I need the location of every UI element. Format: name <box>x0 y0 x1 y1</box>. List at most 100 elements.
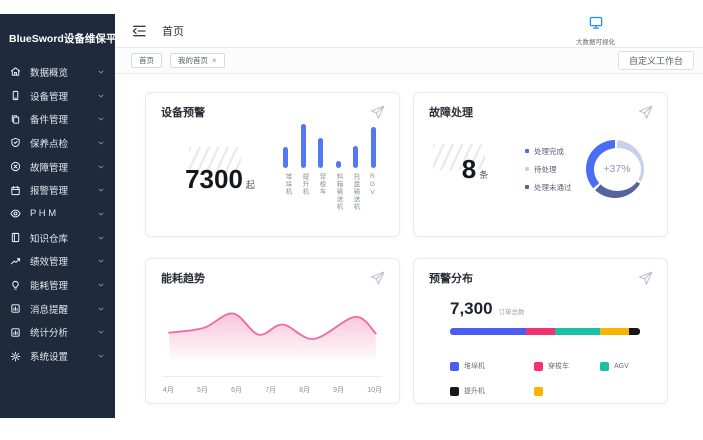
sidebar-item-9[interactable]: 绩效管理 <box>0 250 115 274</box>
warning-distribution-legend: 堆垛机 穿梭车 AGV 提升机 <box>450 361 652 396</box>
legend-item-AGV: AGV <box>600 361 652 371</box>
sidebar-item-11[interactable]: 消息提醒 <box>0 297 115 321</box>
sidebar-item-6[interactable]: 报警管理 <box>0 178 115 202</box>
legend-swatch <box>450 362 459 371</box>
card-warning-distribution-title: 预警分布 <box>429 270 652 286</box>
sidebar-item-4[interactable]: 保养点检 <box>0 131 115 155</box>
bar-堆垛机 <box>283 147 288 168</box>
trend-icon <box>10 255 22 267</box>
sidebar-item-7[interactable]: P H M <box>0 202 115 226</box>
bar-label: 托盘输送机 <box>351 173 359 219</box>
sidebar-item-label: 统计分析 <box>30 325 97 339</box>
sidebar-item-8[interactable]: 知识仓库 <box>0 226 115 250</box>
legend-item-处理未通过: 处理未通过 <box>525 182 586 193</box>
bar-label: 提升机 <box>300 173 308 219</box>
x-tick-label: 7月 <box>265 385 276 395</box>
legend-item-unlabeled <box>534 386 600 396</box>
chevron-down-icon <box>97 181 105 199</box>
sidebar-fold-icon[interactable] <box>131 24 147 38</box>
device-icon <box>10 90 22 102</box>
x-tick-label: 5月 <box>197 385 208 395</box>
chevron-down-icon <box>97 63 105 81</box>
tab-1[interactable]: 首页 <box>131 53 162 68</box>
chevron-down-icon <box>97 87 105 105</box>
sidebar-item-3[interactable]: 备件管理 <box>0 107 115 131</box>
order-total-label: 订单总数 <box>499 306 525 316</box>
chevron-down-icon <box>97 252 105 270</box>
home-icon <box>10 66 22 78</box>
send-plane-icon[interactable] <box>369 104 386 126</box>
top-header: 首页 大数据可视化 <box>115 14 703 48</box>
legend-dot <box>525 167 529 171</box>
sidebar-item-label: 数据概览 <box>30 65 97 79</box>
sidebar-item-13[interactable]: 系统设置 <box>0 344 115 368</box>
sidebar-item-label: 故障管理 <box>30 160 97 174</box>
bar-label: 料箱输送机 <box>334 173 342 219</box>
legend-label: AGV <box>614 363 629 370</box>
chevron-down-icon <box>97 300 105 318</box>
sidebar-menu: 数据概览设备管理备件管理保养点检故障管理报警管理 P H M知识仓库绩效管理能耗管… <box>0 60 115 368</box>
legend-item-穿梭车: 穿梭车 <box>534 361 600 371</box>
chevron-down-icon <box>97 134 105 152</box>
bar-label: 穿梭车 <box>317 173 325 219</box>
tab-label: 首页 <box>139 55 154 66</box>
customize-workbench-button[interactable]: 自定义工作台 <box>618 51 694 70</box>
eye-icon <box>10 208 22 220</box>
legend-label: 处理完成 <box>534 146 564 157</box>
stacked-segment-提升机 <box>629 328 640 335</box>
legend-label: 提升机 <box>464 386 485 396</box>
bar-label: RGV <box>368 173 376 219</box>
book-icon <box>10 232 22 244</box>
main-area: 首页 大数据可视化 首页我的首页× 自定义工作台 设备预警 <box>115 14 703 418</box>
legend-swatch <box>450 387 459 396</box>
send-plane-icon[interactable] <box>369 270 386 292</box>
legend-swatch <box>534 387 543 396</box>
bar-提升机 <box>301 124 306 168</box>
send-plane-icon[interactable] <box>637 104 654 126</box>
legend-label: 待处理 <box>534 164 557 175</box>
x-tick-label: 4月 <box>163 385 174 395</box>
sidebar-item-12[interactable]: 统计分析 <box>0 321 115 345</box>
chevron-down-icon <box>97 229 105 247</box>
sidebar-item-2[interactable]: 设备管理 <box>0 84 115 108</box>
card-energy-trend: 能耗趋势 4月5月6月7月8月9月10月 <box>145 258 400 404</box>
sidebar-item-label: 报警管理 <box>30 183 97 197</box>
legend-label: 堆垛机 <box>464 361 485 371</box>
sidebar-item-1[interactable]: 数据概览 <box>0 60 115 84</box>
energy-trend-area-chart <box>161 302 384 365</box>
donut-center-label: +37% <box>603 163 630 175</box>
sidebar-item-10[interactable]: 能耗管理 <box>0 273 115 297</box>
send-plane-icon[interactable] <box>637 270 654 292</box>
app-title: BlueSword设备维保平台 <box>0 14 115 60</box>
sidebar-item-label: 设备管理 <box>30 89 97 103</box>
tab-bar: 首页 我的首页 × 自定义工作台 <box>115 48 703 74</box>
sidebar-item-label: 系统设置 <box>30 349 97 363</box>
card-device-warning: 设备预警 7300起 堆垛机提升机穿梭车料箱输送机托盘输送机RGV <box>145 92 400 237</box>
dashboard-content: 设备预警 7300起 堆垛机提升机穿梭车料箱输送机托盘输送机RGV 故障处理 <box>115 74 703 418</box>
device-warning-count: 7300起 <box>185 164 255 195</box>
tab-close-icon[interactable]: × <box>212 57 217 65</box>
sidebar-item-label: 绩效管理 <box>30 254 97 268</box>
fault-donut-legend: 处理完成待处理处理未通过 <box>521 146 586 193</box>
warning-distribution-stacked-bar <box>450 328 640 335</box>
legend-item-堆垛机: 堆垛机 <box>450 361 534 371</box>
x-tick-label: 8月 <box>299 385 310 395</box>
bigdata-visualization-button[interactable]: 大数据可视化 <box>576 15 615 46</box>
legend-dot <box>525 149 529 153</box>
bar-RGV <box>371 127 376 168</box>
x-tick-label: 10月 <box>367 385 382 395</box>
sidebar-item-5[interactable]: 故障管理 <box>0 155 115 179</box>
x-tick-label: 9月 <box>333 385 344 395</box>
x-axis-line <box>163 376 382 377</box>
bar-料箱输送机 <box>336 161 341 169</box>
area-chart-svg <box>166 302 379 360</box>
fault-donut-chart: +37% <box>586 140 648 198</box>
tab-2[interactable]: 我的首页 × <box>170 53 225 68</box>
card-fault-handling-title: 故障处理 <box>429 104 652 120</box>
monitor-icon <box>588 15 604 35</box>
tab-label: 我的首页 <box>178 55 208 66</box>
fault-circle-icon <box>10 161 22 173</box>
bar-label: 堆垛机 <box>283 173 291 219</box>
chevron-down-icon <box>97 347 105 365</box>
sidebar-item-label: 消息提醒 <box>30 302 97 316</box>
